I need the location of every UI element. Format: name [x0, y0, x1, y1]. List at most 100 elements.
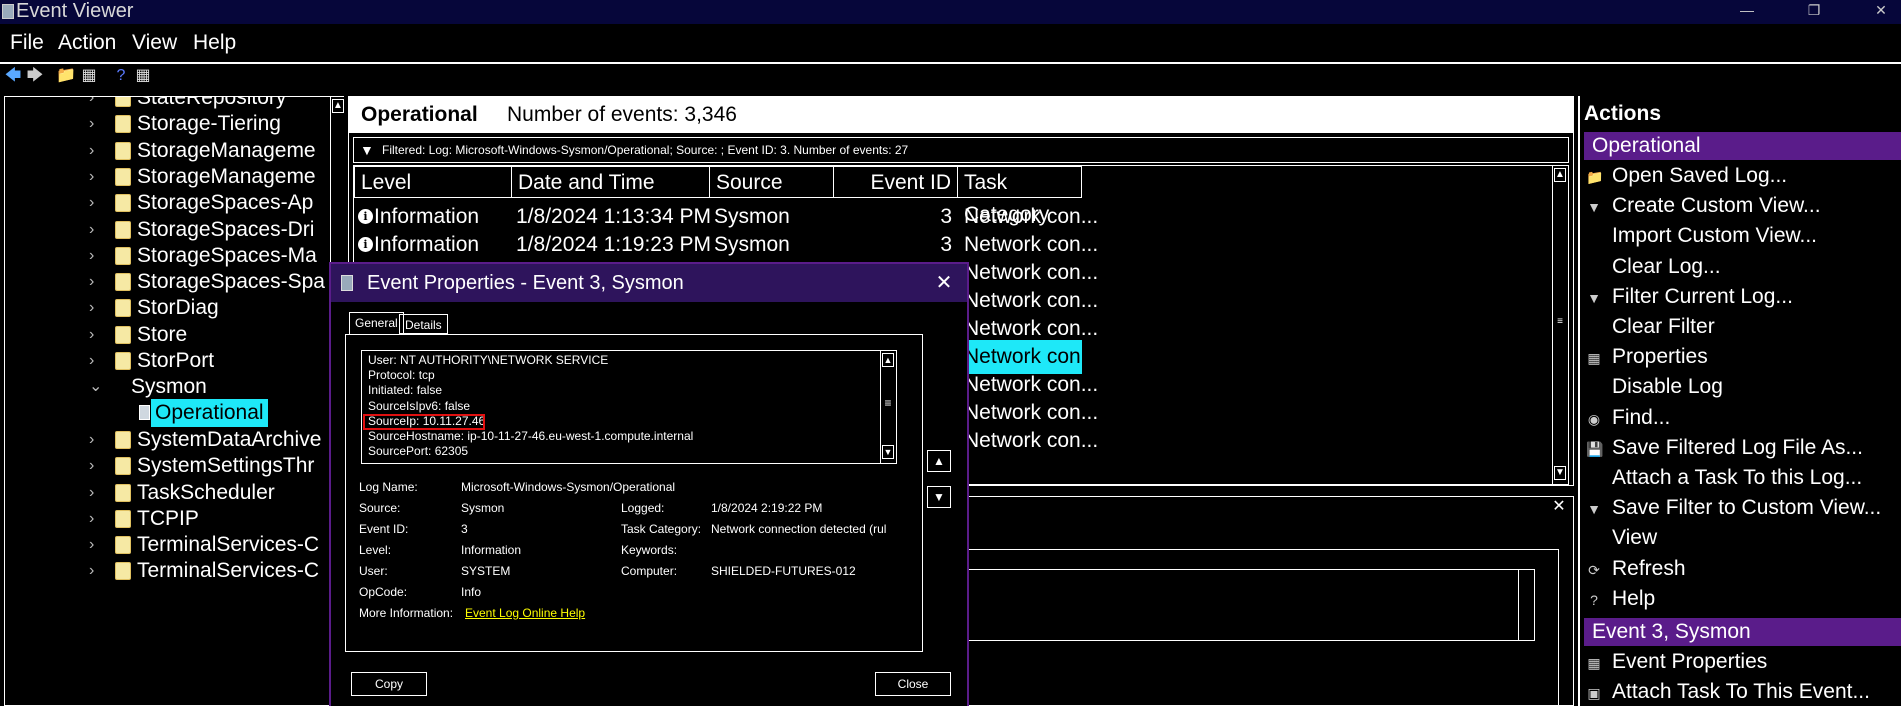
- tree-item-label: Operational: [151, 398, 268, 427]
- opcode-label: OpCode:: [359, 585, 408, 599]
- chevron-down-icon[interactable]: ⌄: [89, 372, 103, 402]
- preview-scrollbar[interactable]: [1518, 570, 1534, 640]
- folder-icon: [115, 194, 131, 213]
- tab-details[interactable]: Details: [399, 314, 448, 334]
- description-line: User: NT AUTHORITY\NETWORK SERVICE: [368, 353, 609, 367]
- action-item[interactable]: 💾 Save Filtered Log File As...: [1580, 433, 1901, 463]
- actions-title: Actions: [1584, 102, 1662, 125]
- action-item[interactable]: ▣ Attach Task To This Event...: [1580, 677, 1901, 706]
- scroll-down-arrow-icon[interactable]: ▼: [1554, 466, 1566, 480]
- action-item[interactable]: Clear Filter: [1580, 312, 1901, 342]
- scroll-thumb[interactable]: ≡: [882, 397, 894, 411]
- event-log-online-help-link[interactable]: Event Log Online Help: [465, 606, 585, 620]
- description-scrollbar[interactable]: ▲ ≡ ▼: [880, 351, 896, 463]
- previous-event-button[interactable]: ▲: [927, 450, 951, 472]
- scroll-up-arrow-icon[interactable]: ▲: [332, 99, 344, 113]
- action-item[interactable]: Attach a Task To this Log...: [1580, 463, 1901, 493]
- column-header-source[interactable]: Source: [710, 166, 834, 198]
- action-item[interactable]: ▦ Properties: [1580, 342, 1901, 372]
- folder-icon: [115, 536, 131, 555]
- dialog-title: Event Properties - Event 3, Sysmon: [367, 272, 684, 294]
- action-item[interactable]: ? Help: [1580, 584, 1901, 614]
- action-item[interactable]: Import Custom View...: [1580, 221, 1901, 251]
- level-label: Level:: [359, 543, 392, 557]
- filter-bar: ▼ Filtered: Log: Microsoft-Windows-Sysmo…: [353, 137, 1569, 163]
- event-description-box[interactable]: User: NT AUTHORITY\NETWORK SERVICE Protoc…: [361, 350, 897, 464]
- menu-view[interactable]: View: [132, 31, 177, 55]
- scroll-down-arrow-icon[interactable]: ▼: [882, 445, 894, 459]
- action-item[interactable]: ◉ Find...: [1580, 403, 1901, 433]
- scroll-up-arrow-icon[interactable]: ▲: [882, 353, 894, 367]
- properties-icon: ▦: [1587, 350, 1601, 367]
- refresh-icon: ⟳: [1588, 561, 1600, 578]
- folder-icon: [115, 430, 131, 449]
- show-hide-tree-icon[interactable]: ▦: [80, 67, 98, 85]
- dialog-close-icon[interactable]: ✕: [921, 264, 967, 302]
- chevron-right-icon[interactable]: ›: [89, 556, 103, 586]
- minimize-button[interactable]: —: [1727, 0, 1767, 22]
- action-label: Refresh: [1612, 556, 1686, 580]
- actions-section-event[interactable]: Event 3, Sysmon: [1584, 618, 1901, 646]
- forward-arrow-icon[interactable]: 🡆: [26, 67, 44, 85]
- description-line: SourcePort: 62305: [368, 444, 469, 459]
- action-item[interactable]: ▦ Event Properties: [1580, 647, 1901, 677]
- action-label: Open Saved Log...: [1612, 164, 1788, 187]
- help-icon[interactable]: ?: [112, 67, 130, 85]
- event-viewer-window: Event Viewer — ❐ ✕ File Action View Help…: [0, 0, 1901, 706]
- folder-icon: 📁: [1586, 169, 1604, 185]
- grid-scrollbar[interactable]: ▲ ≡ ▼: [1552, 166, 1568, 484]
- folder-icon[interactable]: 📁: [56, 67, 76, 85]
- computer-value: SHIELDED-FUTURES-012: [711, 564, 856, 578]
- action-label: Save Filtered Log File As...: [1612, 435, 1863, 459]
- column-header-event-id[interactable]: Event ID: [834, 166, 958, 198]
- folder-icon: [115, 509, 131, 528]
- tab-general[interactable]: General: [349, 312, 404, 334]
- action-label: Attach Task To This Event...: [1612, 680, 1870, 703]
- show-hide-actions-icon[interactable]: ▦: [134, 67, 152, 85]
- description-line: SourceIsIpv6: false: [368, 398, 471, 413]
- close-window-button[interactable]: ✕: [1861, 0, 1901, 22]
- event-properties-icon: [341, 275, 353, 291]
- action-item[interactable]: Disable Log: [1580, 372, 1901, 402]
- tree-item-label: TerminalServices-C: [137, 559, 320, 583]
- filter-icon: ▼: [360, 142, 374, 158]
- scroll-thumb[interactable]: ≡: [1554, 316, 1566, 330]
- user-value: SYSTEM: [461, 564, 511, 578]
- log-icon: [139, 404, 150, 420]
- menu-action[interactable]: Action: [58, 31, 116, 55]
- log-name-title: Operational: [361, 103, 478, 126]
- action-item[interactable]: View: [1580, 523, 1901, 553]
- back-arrow-icon[interactable]: 🡄: [4, 67, 22, 85]
- column-header-date[interactable]: Date and Time: [512, 166, 710, 198]
- log-header: Operational Number of events: 3,346: [349, 97, 1573, 133]
- action-item[interactable]: ⟳ Refresh: [1580, 554, 1901, 584]
- action-item[interactable]: 📁 Open Saved Log...: [1580, 161, 1901, 191]
- action-label: Attach a Task To this Log...: [1612, 466, 1863, 489]
- folder-icon: [115, 299, 131, 318]
- preview-close-icon[interactable]: ✕: [1549, 497, 1569, 517]
- next-event-button[interactable]: ▼: [927, 486, 951, 508]
- copy-button[interactable]: Copy: [351, 672, 427, 696]
- action-item[interactable]: Clear Log...: [1580, 252, 1901, 282]
- task-category-value: Network connection detected (rul: [711, 522, 887, 536]
- menu-help[interactable]: Help: [193, 31, 236, 55]
- description-line: Initiated: false: [368, 383, 443, 398]
- action-label: Disable Log: [1612, 375, 1723, 399]
- column-header-level[interactable]: Level: [354, 166, 512, 198]
- action-label: Find...: [1612, 405, 1671, 429]
- actions-section-operational[interactable]: Operational: [1584, 132, 1901, 160]
- column-header-task-category[interactable]: Task Category: [958, 166, 1082, 226]
- close-button[interactable]: Close: [875, 672, 951, 696]
- action-item[interactable]: ▼ Filter Current Log...: [1580, 282, 1901, 312]
- dialog-title-bar: Event Properties - Event 3, Sysmon ✕: [331, 264, 967, 302]
- action-label: Properties: [1612, 345, 1708, 369]
- action-item[interactable]: ▼ Save Filter to Custom View...: [1580, 493, 1901, 523]
- menu-file[interactable]: File: [10, 31, 44, 55]
- description-line: Protocol: tcp: [368, 368, 435, 383]
- scroll-up-arrow-icon[interactable]: ▲: [1554, 168, 1566, 182]
- action-item[interactable]: ▼ Create Custom View...: [1580, 191, 1901, 221]
- restore-button[interactable]: ❐: [1794, 0, 1834, 22]
- action-label: Clear Log...: [1612, 254, 1721, 278]
- folder-icon: [115, 246, 131, 265]
- folder-icon: [115, 273, 131, 292]
